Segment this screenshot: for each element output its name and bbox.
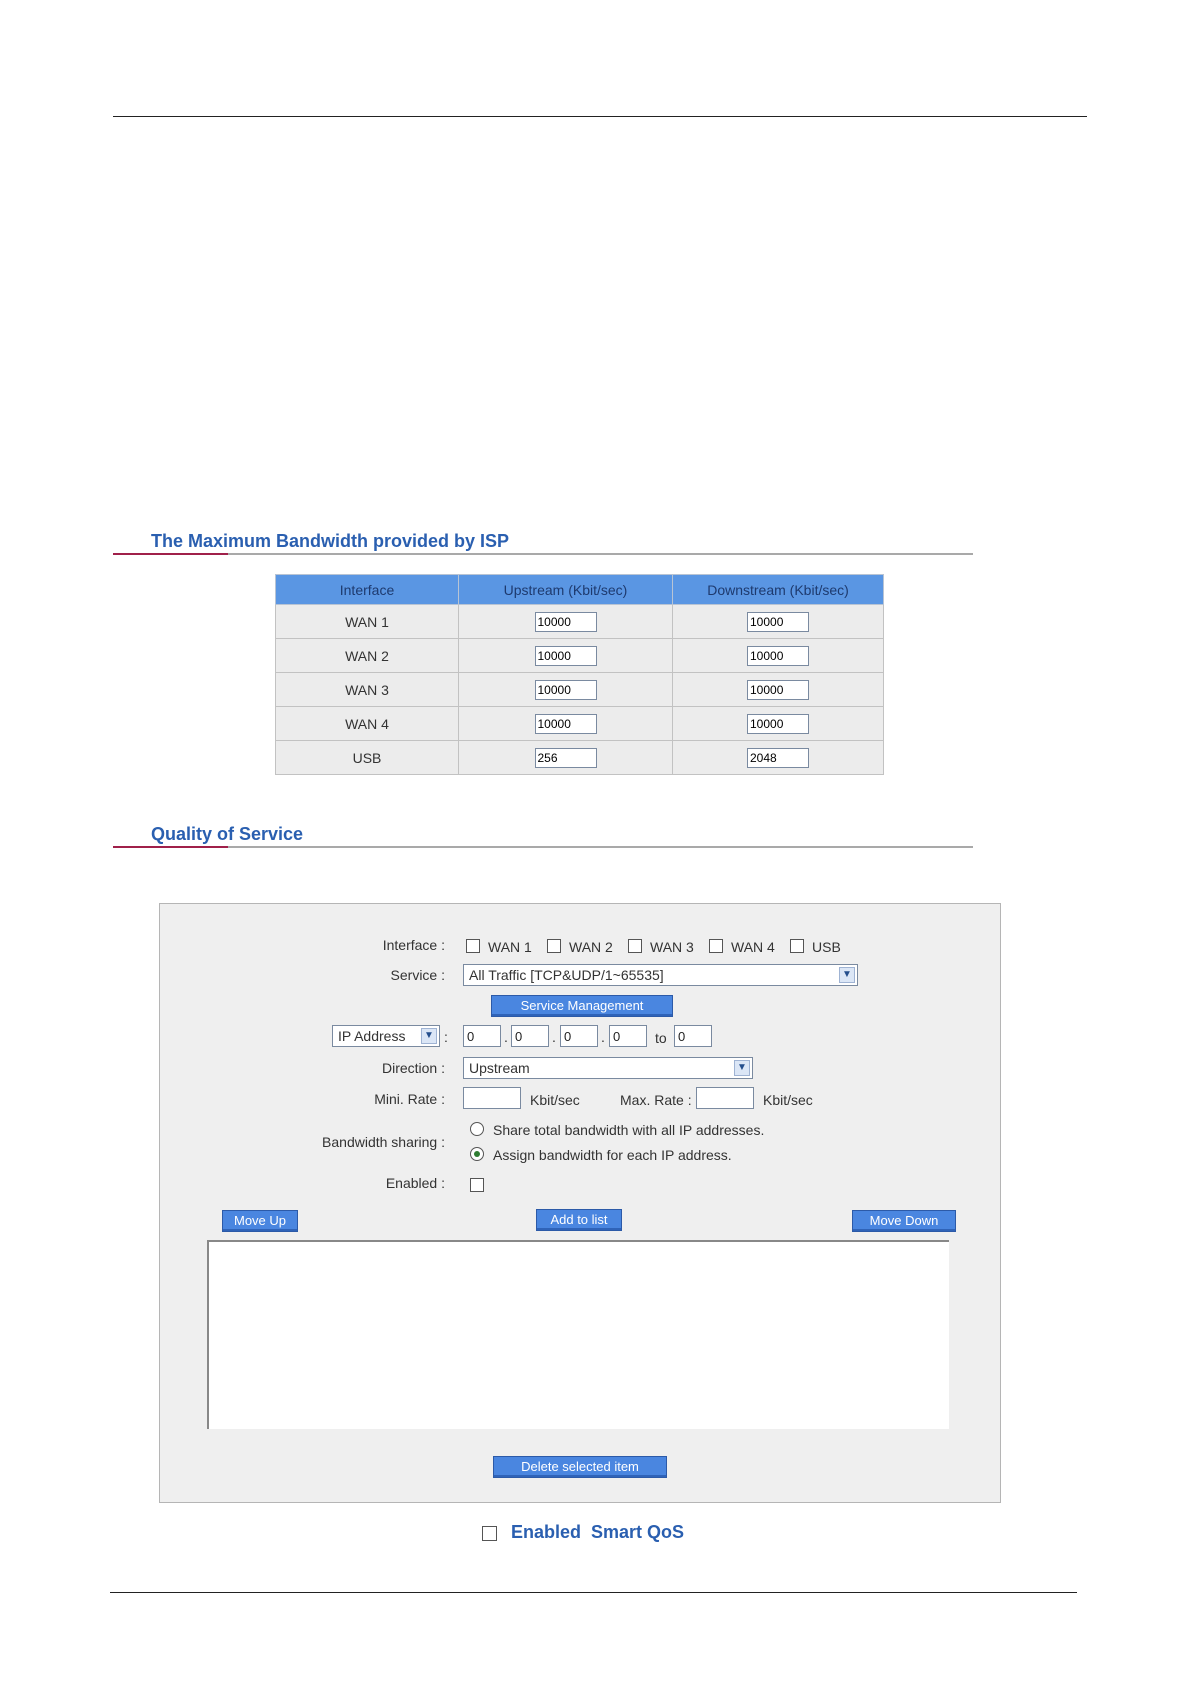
to-label: to [655, 1030, 667, 1046]
downstream-input-wan3[interactable] [747, 679, 809, 700]
upstream-input-wan2[interactable] [534, 645, 597, 666]
service-management-button[interactable]: Service Management [491, 995, 673, 1017]
table-row: WAN 2 [275, 638, 884, 673]
chevron-down-icon: ▼ [421, 1028, 437, 1044]
sharing-radio-each-ip[interactable] [470, 1147, 484, 1161]
interface-label: Interface : [382, 937, 445, 953]
interface-checkbox-wan2[interactable] [547, 939, 561, 953]
direction-select[interactable]: Upstream ▼ [463, 1057, 753, 1079]
upstream-input-wan3[interactable] [534, 679, 597, 700]
table-row: WAN 1 [275, 604, 884, 639]
service-select[interactable]: All Traffic [TCP&UDP/1~65535] ▼ [463, 964, 858, 986]
interface-cell: WAN 1 [275, 604, 459, 639]
move-down-button[interactable]: Move Down [852, 1210, 956, 1232]
interface-option-label: WAN 4 [731, 939, 775, 955]
address-type-value: IP Address [338, 1028, 406, 1044]
move-up-button[interactable]: Move Up [222, 1210, 298, 1232]
address-type-select[interactable]: IP Address ▼ [332, 1025, 440, 1047]
qos-rule-panel: Interface : WAN 1 WAN 2 WAN 3 WAN 4 USB … [159, 903, 1001, 1503]
direction-select-value: Upstream [469, 1060, 530, 1076]
col-header-interface: Interface [275, 574, 459, 605]
upstream-input-usb[interactable] [534, 747, 597, 768]
col-header-upstream: Upstream (Kbit/sec) [458, 574, 673, 605]
enabled-checkbox[interactable] [470, 1178, 484, 1192]
ip-to-octet[interactable] [674, 1025, 712, 1047]
interface-checkbox-wan4[interactable] [709, 939, 723, 953]
add-to-list-button[interactable]: Add to list [536, 1209, 622, 1231]
col-header-downstream: Downstream (Kbit/sec) [672, 574, 884, 605]
interface-checkbox-wan3[interactable] [628, 939, 642, 953]
interface-cell: WAN 3 [275, 672, 459, 707]
bandwidth-table: Interface Upstream (Kbit/sec) Downstream… [275, 574, 884, 775]
max-rate-input[interactable] [696, 1087, 754, 1109]
chevron-down-icon: ▼ [734, 1060, 750, 1076]
interface-checkbox-wan1[interactable] [466, 939, 480, 953]
service-label: Service : [390, 967, 445, 983]
direction-label: Direction : [381, 1060, 445, 1076]
interface-option-label: USB [812, 939, 841, 955]
address-colon: : [444, 1029, 448, 1045]
delete-selected-item-button[interactable]: Delete selected item [493, 1456, 667, 1478]
upstream-input-wan1[interactable] [534, 611, 597, 632]
sharing-option-label: Assign bandwidth for each IP address. [493, 1147, 732, 1163]
table-row: USB [275, 740, 884, 775]
ip-from-octet-1[interactable] [463, 1025, 501, 1047]
downstream-input-wan4[interactable] [747, 713, 809, 734]
enabled-label: Enabled : [385, 1175, 445, 1191]
upstream-input-wan4[interactable] [534, 713, 597, 734]
qos-rules-list[interactable] [207, 1240, 949, 1429]
ip-from-octet-2[interactable] [511, 1025, 549, 1047]
ip-dot: . [552, 1029, 556, 1045]
ip-dot: . [504, 1029, 508, 1045]
mini-rate-input[interactable] [463, 1087, 521, 1109]
chevron-down-icon: ▼ [839, 967, 855, 983]
downstream-input-wan2[interactable] [747, 645, 809, 666]
ip-from-octet-3[interactable] [560, 1025, 598, 1047]
service-select-value: All Traffic [TCP&UDP/1~65535] [469, 967, 664, 983]
qos-section-title: Quality of Service [151, 824, 304, 844]
qos-section-underline [113, 846, 973, 848]
interface-checkbox-usb[interactable] [790, 939, 804, 953]
mini-rate-unit: Kbit/sec [530, 1092, 580, 1108]
interface-cell: WAN 2 [275, 638, 459, 673]
interface-cell: USB [275, 740, 459, 775]
ip-from-octet-4[interactable] [609, 1025, 647, 1047]
interface-option-label: WAN 3 [650, 939, 694, 955]
interface-option-label: WAN 2 [569, 939, 613, 955]
max-rate-label: Max. Rate : [620, 1092, 692, 1108]
smart-qos-name: Smart QoS [591, 1522, 685, 1542]
downstream-input-usb[interactable] [747, 747, 809, 768]
interface-cell: WAN 4 [275, 706, 459, 741]
ip-dot: . [601, 1029, 605, 1045]
table-row: WAN 4 [275, 706, 884, 741]
table-row: WAN 3 [275, 672, 884, 707]
smart-qos-checkbox[interactable] [482, 1525, 497, 1541]
sharing-radio-share-total[interactable] [470, 1122, 484, 1136]
max-rate-unit: Kbit/sec [763, 1092, 813, 1108]
downstream-input-wan1[interactable] [747, 611, 809, 632]
smart-qos-row: Enabled Smart QoS [482, 1522, 684, 1543]
smart-qos-enabled-label: Enabled [511, 1522, 582, 1542]
isp-section-underline [113, 553, 973, 555]
isp-section-title: The Maximum Bandwidth provided by ISP [151, 531, 510, 551]
header-rule [113, 116, 1087, 117]
footer-rule [110, 1592, 1077, 1593]
interface-option-label: WAN 1 [488, 939, 532, 955]
mini-rate-label: Mini. Rate : [374, 1091, 445, 1107]
bandwidth-sharing-label: Bandwidth sharing : [322, 1134, 445, 1150]
sharing-option-label: Share total bandwidth with all IP addres… [493, 1122, 765, 1138]
